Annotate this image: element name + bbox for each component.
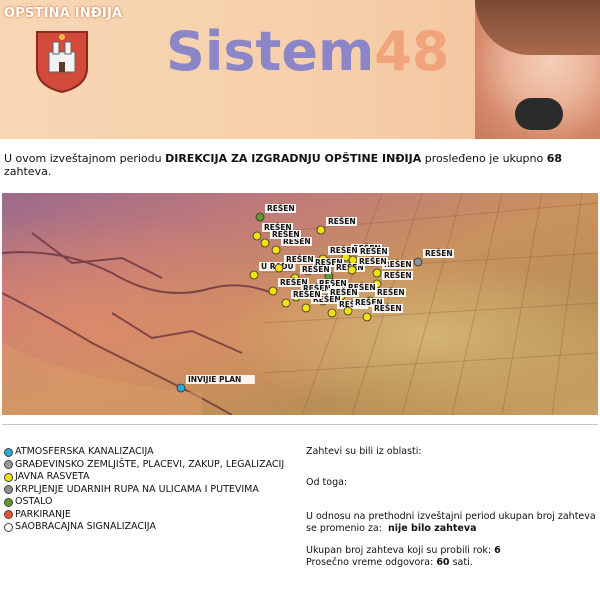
coat-of-arms-icon [36, 31, 88, 94]
intro-text: U ovom izveštajnom periodu DIREKCIJA ZA … [4, 152, 563, 178]
legend-item: SAOBRACAJNA SIGNALIZACIJA [4, 521, 294, 534]
marker-status-label: REŠEN [374, 304, 402, 313]
legend-dot-icon [4, 447, 13, 457]
marker-status-label: REŠEN [286, 255, 314, 264]
operator-photo [475, 0, 600, 139]
municipality-name: OPŠTINA INĐIJA [4, 6, 123, 21]
marker-dot-icon [301, 303, 311, 313]
marker-status-label: REŠEN [267, 204, 295, 213]
areas-label: Zahtevi su bili iz oblasti: [306, 446, 422, 457]
marker-status-label: REŠEN [302, 265, 330, 274]
legend-item: OSTALO [4, 496, 294, 509]
legend-item: ATMOSFERSKA KANALIZACIJA [4, 446, 294, 459]
legend-dot-icon [4, 497, 13, 507]
marker-dot-icon [260, 238, 270, 248]
deadline-value: 6 [494, 545, 501, 556]
marker-dot-icon [362, 312, 372, 322]
logo-number: 48 [374, 20, 450, 83]
request-count: 68 [546, 152, 563, 165]
marker-status-label: REŠEN [359, 257, 387, 266]
marker-dot-icon [271, 245, 281, 255]
marker-dot-icon [249, 270, 259, 280]
legend-item: GRAĐEVINSKO ZEMLJIŠTE, PLACEVI, ZAKUP, L… [4, 459, 294, 472]
logo-text: Sistem [166, 20, 375, 83]
average-time-text: Prosečno vreme odgovora: 60 sati. [306, 557, 473, 568]
marker-status-label: REŠEN [377, 288, 405, 297]
legend-dot-icon [4, 472, 13, 482]
statistics-panel: Zahtevi su bili iz oblasti: Od toga: U o… [306, 446, 596, 569]
system48-logo: Sistem48 [166, 20, 449, 83]
marker-status-label: REŠEN [384, 260, 412, 269]
marker-dot-icon [327, 308, 337, 318]
directorate-name: DIREKCIJA ZA IZGRADNJU OPŠTINE INĐIJA [165, 152, 422, 165]
average-time-value: 60 [436, 557, 450, 568]
marker-dot-icon [372, 268, 382, 278]
marker-status-label: REŠEN [360, 247, 388, 256]
aerial-map-image: REŠENREŠENREŠENREŠENREŠENREŠEN REŠEN REŠEN… [2, 193, 598, 415]
request-map[interactable]: REŠEN REŠEN REŠEN REŠEN REŠEN REŠEN REŠEN REŠEN… [2, 193, 598, 415]
marker-dot-icon [252, 231, 262, 241]
marker-dot-icon [281, 298, 291, 308]
legend-dot-icon [4, 460, 13, 470]
change-value: nije bilo zahteva [388, 523, 477, 534]
marker-status-label: REŠEN [425, 249, 453, 258]
deadline-text: Ukupan broj zahteva koji su probili rok:… [306, 545, 501, 556]
marker-dot-icon [413, 257, 423, 267]
of-which-label: Od toga: [306, 477, 348, 488]
marker-dot-icon [274, 263, 284, 273]
marker-status-label: REŠEN [328, 217, 356, 226]
legend-dot-icon [4, 485, 13, 495]
legend-item: PARKIRANJE [4, 509, 294, 522]
marker-dot-icon [347, 265, 357, 275]
category-legend: ATMOSFERSKA KANALIZACIJA GRAĐEVINSKO ZEM… [4, 446, 294, 534]
headset-icon [515, 98, 563, 130]
marker-status-label: REŠEN [272, 230, 300, 239]
legend-dot-icon [4, 510, 13, 520]
marker-dot-icon [316, 225, 326, 235]
legend-item: JAVNA RASVETA [4, 471, 294, 484]
marker-dot-icon [343, 306, 353, 316]
header-banner: OPŠTINA INĐIJA Sistem48 [0, 0, 600, 139]
marker-status-label: REŠEN [330, 246, 358, 255]
section-divider [2, 424, 598, 425]
marker-dot-icon [176, 383, 186, 393]
marker-status-label: INVIJIE PLAN [188, 375, 241, 384]
legend-item: KRPLJENJE UDARNIH RUPA NA ULICAMA I PUTE… [4, 484, 294, 497]
change-text: U odnosu na prethodni izveštajni period … [306, 511, 596, 534]
marker-dot-icon [255, 212, 265, 222]
marker-status-label: REŠEN [293, 290, 321, 299]
marker-dot-icon [268, 286, 278, 296]
legend-dot-icon [4, 522, 13, 532]
marker-status-label: REŠEN [384, 271, 412, 280]
